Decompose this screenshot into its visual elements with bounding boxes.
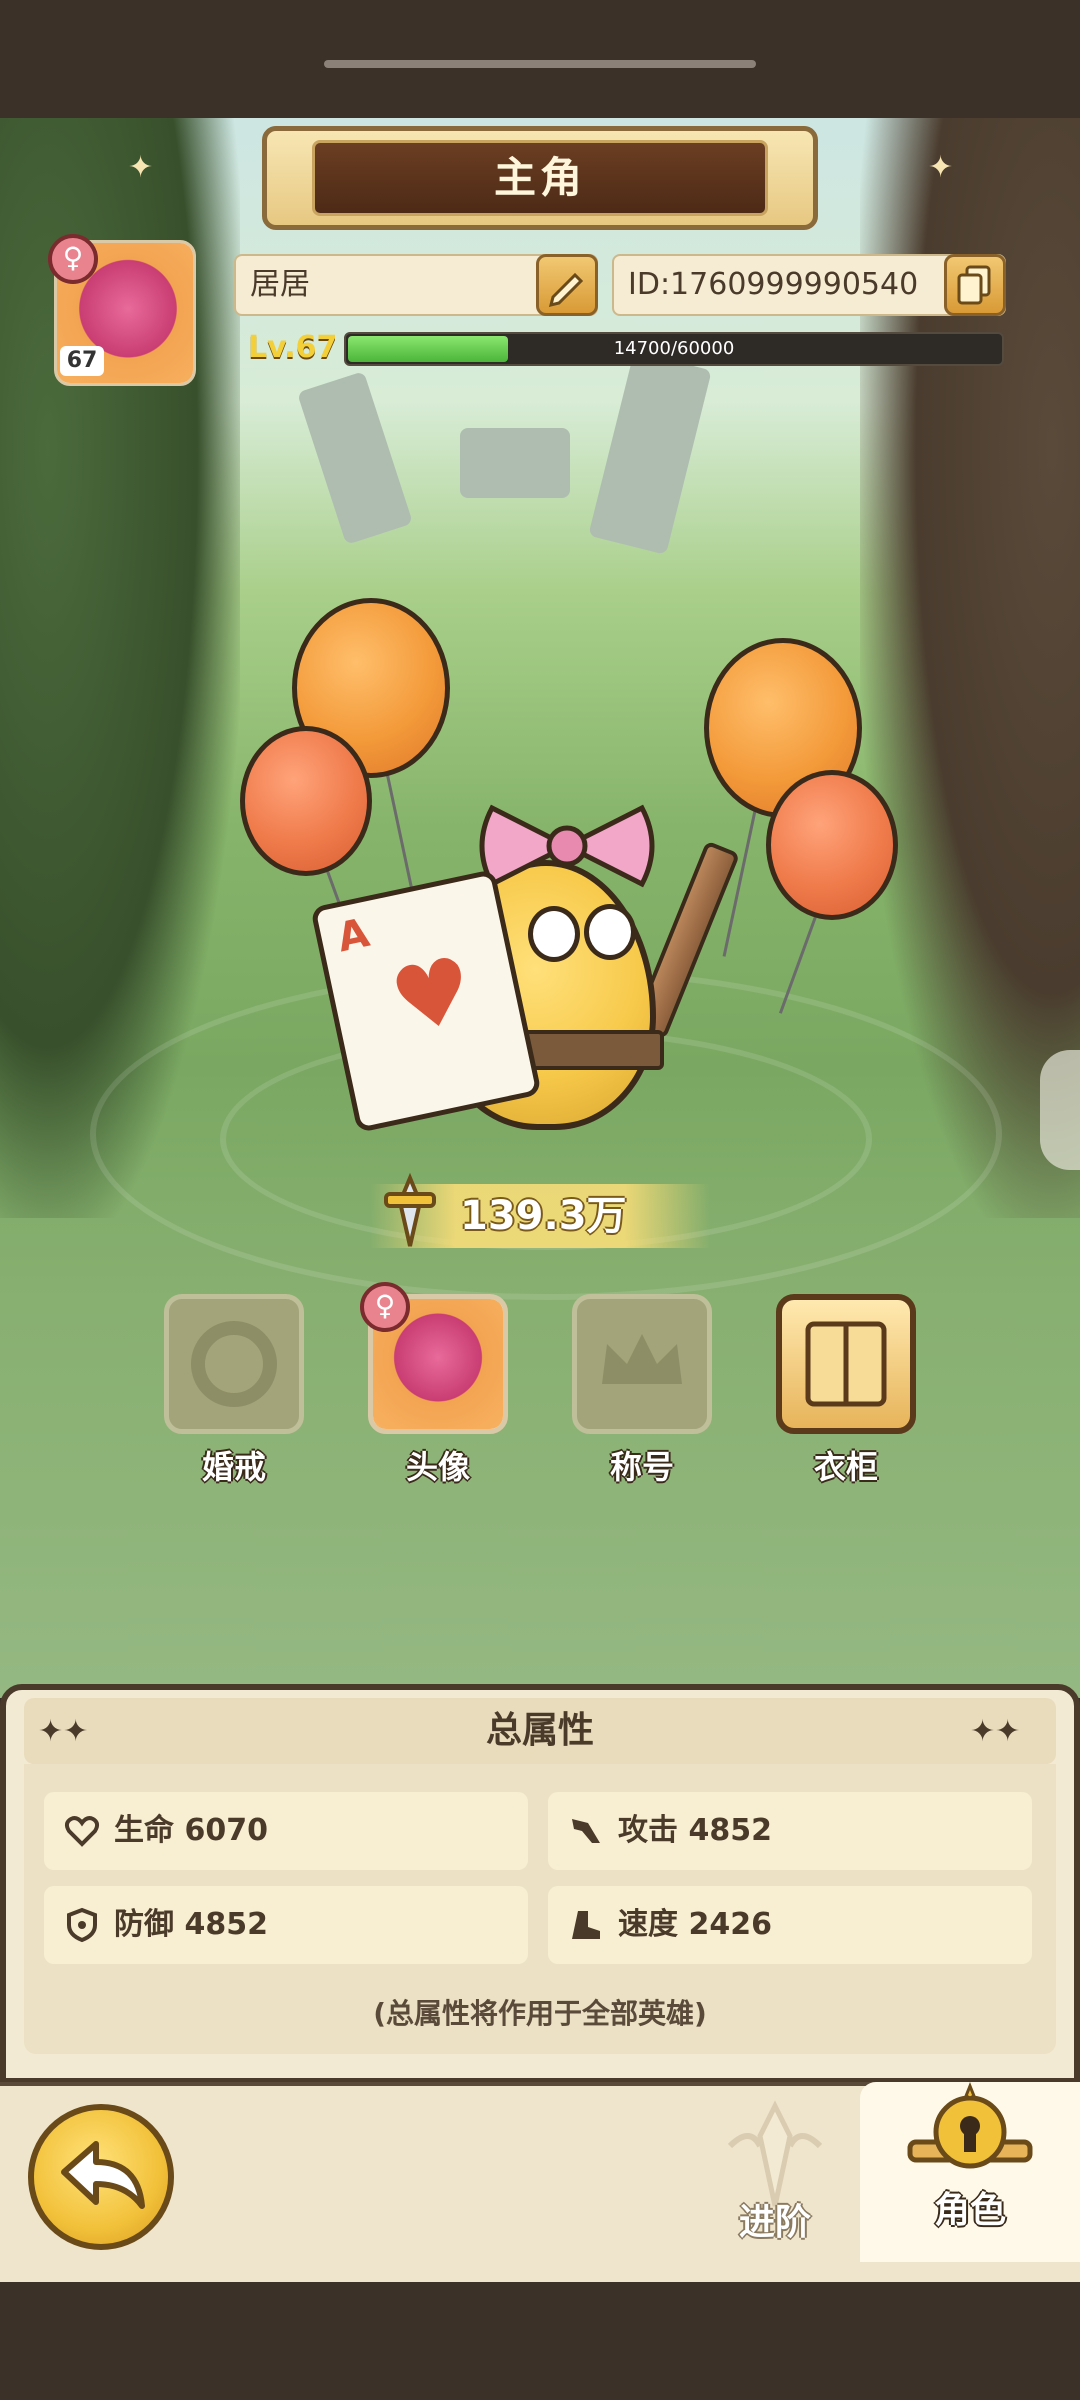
wardrobe-label: 衣柜 [813, 1448, 878, 1486]
sword-power-icon [384, 1172, 436, 1247]
back-arrow-icon [61, 2141, 145, 2209]
hero-eye [584, 904, 636, 960]
stat-defense: 防御 4852 [114, 1907, 268, 1942]
crown-icon [602, 1334, 682, 1384]
balloon-red [766, 770, 898, 920]
title-label: 称号 [609, 1448, 674, 1486]
boot-icon [572, 1911, 600, 1939]
sparkle-icon: ✦ [128, 150, 154, 185]
back-button[interactable] [28, 2104, 174, 2250]
wedding-ring-button[interactable] [164, 1294, 304, 1434]
page-title: 主角 [493, 153, 586, 202]
card-corner-a: A [333, 909, 374, 962]
stone-arch [460, 428, 570, 498]
pencil-icon [548, 272, 584, 308]
balloon-red [240, 726, 372, 876]
stat-attack: 攻击 4852 [618, 1813, 772, 1848]
stone-pillar [296, 371, 414, 545]
bottom-bezel [0, 2282, 1080, 2400]
copy-icon [957, 265, 991, 305]
tab-role-label: 角色 [933, 2190, 1006, 2231]
combat-power: 139.3万 [460, 1193, 627, 1239]
female-gender-icon: ♀ [48, 234, 98, 284]
xp-text: 14700/60000 [613, 338, 735, 359]
heart-icon [64, 1816, 100, 1847]
shield-icon [67, 1907, 97, 1943]
player-name: 居居 [250, 267, 310, 302]
sparkle-icon: ✦✦ [38, 1714, 89, 1749]
female-gender-icon: ♀ [360, 1282, 410, 1332]
edit-name-button[interactable] [536, 254, 598, 316]
stat-speed: 速度 2426 [618, 1907, 772, 1942]
player-id: ID:1760999990540 [628, 267, 919, 302]
tab-advance[interactable]: 进阶 [690, 2096, 860, 2266]
sparkle-icon: ✦ [928, 150, 954, 185]
title-button[interactable] [572, 1294, 712, 1434]
wardrobe-button[interactable] [776, 1294, 916, 1434]
attributes-note: (总属性将作用于全部英雄) [373, 1997, 707, 2030]
avatar-level-badge: 67 [60, 346, 104, 376]
player-level: Lv.67 [248, 330, 338, 365]
wedding-ring-label: 婚戒 [201, 1448, 266, 1486]
stat-hp: 生命 6070 [114, 1813, 268, 1848]
tab-role[interactable]: 角色 [860, 2082, 1080, 2262]
ring-icon [191, 1321, 277, 1407]
tab-advance-label: 进阶 [738, 2202, 811, 2243]
attributes-title: 总属性 [485, 1710, 594, 1751]
pink-bow [479, 804, 655, 888]
copy-id-button[interactable] [944, 254, 1006, 316]
notch-indicator [324, 60, 756, 68]
hero-eye [528, 906, 580, 962]
heart-suit-icon: ♥ [382, 936, 483, 1056]
avatar-label: 头像 [405, 1448, 470, 1486]
side-scroll-handle[interactable] [1040, 1050, 1080, 1170]
stone-pillar [588, 351, 712, 555]
attack-icon [572, 1819, 600, 1843]
wardrobe-icon [805, 1321, 887, 1407]
sparkle-icon: ✦✦ [970, 1714, 1021, 1749]
